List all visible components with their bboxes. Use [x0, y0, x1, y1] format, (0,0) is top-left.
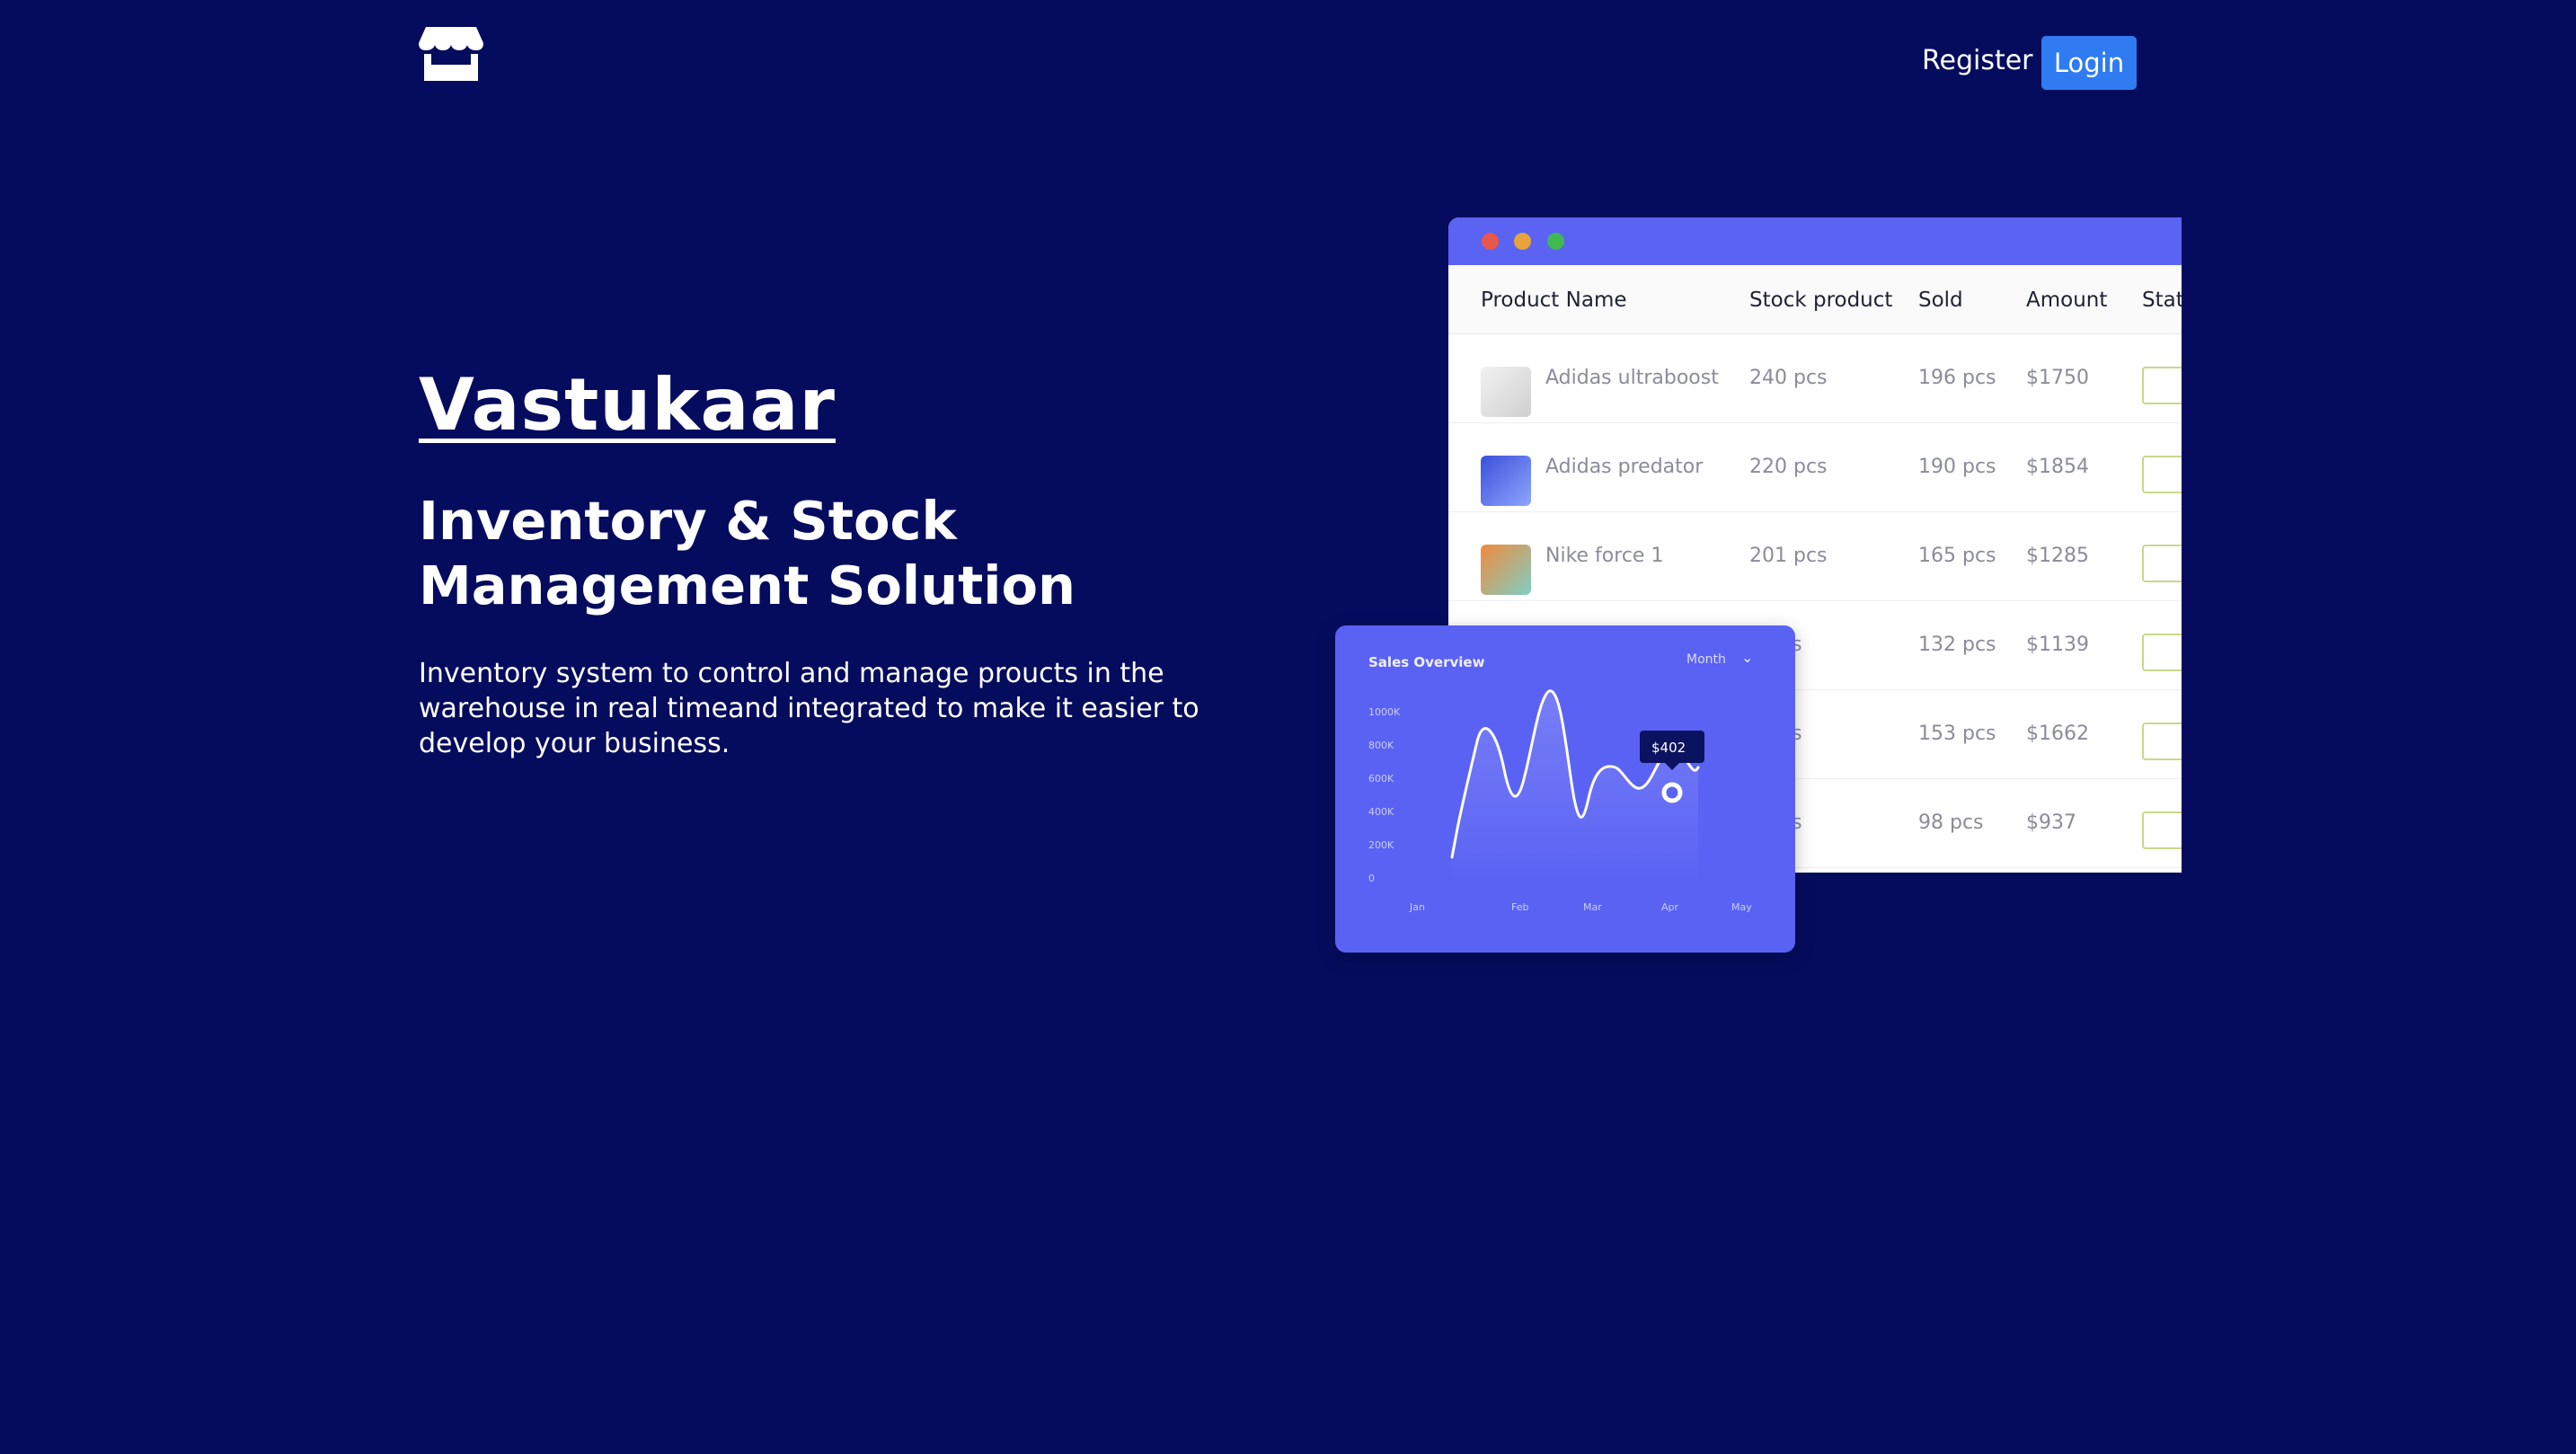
brand-title[interactable]: Vastukaar	[419, 363, 836, 447]
status-badge	[2142, 634, 2182, 671]
column-sold: Sold	[1918, 288, 1963, 312]
x-tick-label: Apr	[1661, 901, 1679, 913]
column-amount: Amount	[2026, 288, 2108, 312]
sold-value: 98 pcs	[1918, 811, 1984, 834]
stock-value: 220 pcs	[1749, 456, 1828, 478]
status-badge	[2142, 367, 2182, 404]
mockup-table-header: Product Name Stock product Sold Amount S…	[1448, 265, 2182, 334]
shoe-thumbnail	[1481, 545, 1531, 595]
window-close-dot	[1482, 233, 1499, 250]
column-status: Stat	[2142, 288, 2182, 312]
sold-value: 190 pcs	[1918, 456, 1996, 478]
sold-value: 153 pcs	[1918, 723, 1996, 745]
column-stock-product: Stock product	[1749, 288, 1893, 312]
y-tick-label: 1000K	[1368, 706, 1401, 718]
product-name: Adidas ultraboost	[1545, 367, 1719, 389]
amount-value: $1139	[2026, 634, 2089, 656]
x-tick-label: Jan	[1409, 901, 1425, 913]
store-icon[interactable]	[419, 25, 483, 81]
x-tick-label: Feb	[1511, 901, 1528, 913]
amount-value: $1662	[2026, 723, 2089, 745]
table-row: Adidas predator 220 pcs 190 pcs $1854	[1448, 423, 2182, 512]
y-tick-label: 600K	[1368, 773, 1394, 785]
y-tick-label: 200K	[1368, 839, 1394, 851]
amount-value: $937	[2026, 811, 2076, 834]
tooltip-value: $402	[1651, 740, 1686, 756]
amount-value: $1285	[2026, 545, 2089, 567]
status-badge	[2142, 723, 2182, 760]
hero-subtitle: Inventory & Stock Management Solution	[419, 490, 1076, 616]
x-tick-label: May	[1731, 901, 1752, 913]
chart-title: Sales Overview	[1368, 654, 1485, 670]
shoe-thumbnail	[1481, 367, 1531, 417]
table-row: Nike force 1 201 pcs 165 pcs $1285	[1448, 512, 2182, 601]
sales-overview-card: 1000K 800K 600K 400K 200K 0 Jan Feb Mar …	[1335, 625, 1795, 953]
shoe-thumbnail	[1481, 456, 1531, 506]
register-link[interactable]: Register	[1922, 45, 2033, 76]
y-tick-label: 400K	[1368, 806, 1394, 818]
amount-value: $1750	[2026, 367, 2089, 389]
amount-value: $1854	[2026, 456, 2089, 478]
period-select: Month	[1686, 652, 1726, 667]
mockup-titlebar	[1448, 217, 2182, 265]
window-minimize-dot	[1514, 233, 1531, 250]
login-button[interactable]: Login	[2041, 36, 2137, 90]
x-tick-label: Mar	[1583, 901, 1602, 913]
y-tick-label: 800K	[1368, 740, 1394, 751]
product-name: Nike force 1	[1545, 545, 1664, 567]
stock-value: 240 pcs	[1749, 367, 1828, 389]
stock-value: 201 pcs	[1749, 545, 1828, 567]
sold-value: 196 pcs	[1918, 367, 1996, 389]
status-badge	[2142, 545, 2182, 582]
product-name: Adidas predator	[1545, 456, 1704, 478]
sales-chart: 1000K 800K 600K 400K 200K 0 Jan Feb Mar …	[1368, 689, 1752, 913]
chevron-down-icon: ⌄	[1741, 649, 1754, 666]
sales-area	[1452, 690, 1698, 886]
table-row: Adidas ultraboost 240 pcs 196 pcs $1750	[1448, 334, 2182, 423]
hero-description: Inventory system to control and manage p…	[419, 658, 1199, 759]
y-tick-label: 0	[1368, 873, 1375, 884]
status-badge	[2142, 456, 2182, 493]
highlight-point	[1661, 782, 1683, 803]
column-product-name: Product Name	[1481, 288, 1627, 312]
sold-value: 165 pcs	[1918, 545, 1996, 567]
sold-value: 132 pcs	[1918, 634, 1996, 656]
window-maximize-dot	[1547, 233, 1564, 250]
status-badge	[2142, 811, 2182, 849]
